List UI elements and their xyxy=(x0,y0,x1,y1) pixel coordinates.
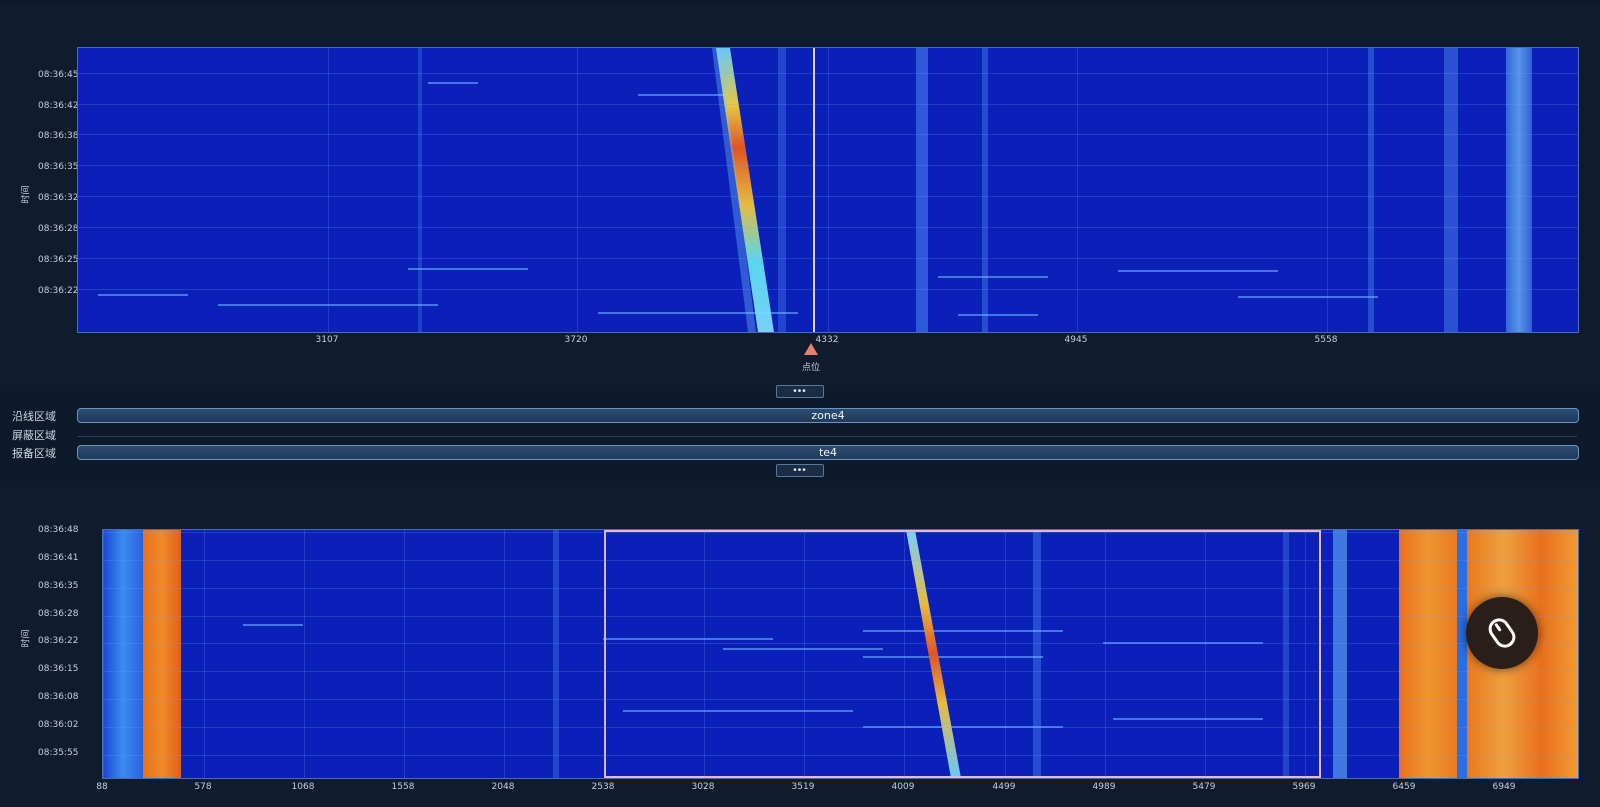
x-tick-label: 2538 xyxy=(591,782,615,792)
x-tick-label: 5969 xyxy=(1292,782,1316,792)
x-gridline xyxy=(404,530,405,778)
x-gridline xyxy=(804,530,805,778)
x-gridline xyxy=(1405,530,1406,778)
selection-region[interactable] xyxy=(603,530,1322,778)
y-tick-label: 08:36:15 xyxy=(38,664,79,674)
x-gridline xyxy=(1327,48,1328,332)
bottom-y-axis-label: 时间 xyxy=(21,629,32,648)
x-tick-label: 4945 xyxy=(1064,335,1088,345)
x-gridline xyxy=(304,530,305,778)
x-tick-label: 2048 xyxy=(491,782,515,792)
x-tick-label: 578 xyxy=(194,782,212,792)
y-gridline xyxy=(103,616,1578,617)
mouse-mode-button[interactable] xyxy=(1466,597,1538,669)
x-tick-label: 5479 xyxy=(1192,782,1216,792)
y-tick-label: 08:36:48 xyxy=(38,525,79,535)
x-tick-label: 4009 xyxy=(891,782,915,792)
y-tick-label: 08:36:28 xyxy=(38,224,79,234)
x-gridline xyxy=(604,530,605,778)
x-gridline xyxy=(904,530,905,778)
cursor-marker[interactable] xyxy=(804,343,818,355)
cursor-marker-label: 点位 xyxy=(801,363,821,373)
y-tick-label: 08:35:55 xyxy=(38,748,79,758)
y-tick-label: 08:36:32 xyxy=(38,193,79,203)
y-tick-label: 08:36:38 xyxy=(38,131,79,141)
y-tick-label: 08:36:02 xyxy=(38,720,79,730)
x-gridline xyxy=(103,530,104,778)
x-tick-label: 4989 xyxy=(1092,782,1116,792)
x-tick-label: 88 xyxy=(96,782,108,792)
bottom-waterfall-plot[interactable] xyxy=(102,529,1579,779)
x-tick-label: 3519 xyxy=(791,782,815,792)
x-gridline xyxy=(1105,530,1106,778)
x-gridline xyxy=(328,48,329,332)
top-waterfall-plot[interactable] xyxy=(77,47,1579,333)
x-gridline xyxy=(504,530,505,778)
y-gridline xyxy=(103,755,1578,756)
x-tick-label: 3028 xyxy=(691,782,715,792)
collapse-toggle-button[interactable]: ••• xyxy=(776,464,824,477)
y-gridline xyxy=(103,588,1578,589)
y-gridline xyxy=(103,532,1578,533)
along-zone-bar[interactable]: zone4 xyxy=(77,408,1579,423)
y-tick-label: 08:36:28 xyxy=(38,609,79,619)
top-y-axis-label: 时间 xyxy=(21,185,32,204)
x-tick-label: 1558 xyxy=(391,782,415,792)
x-tick-label: 1068 xyxy=(291,782,315,792)
bottom-waterfall-panel: 时间 08:36:48 08:36:41 08:36:35 08:36:28 08:36… xyxy=(0,482,1600,807)
x-tick-label: 3720 xyxy=(564,335,588,345)
x-gridline xyxy=(1005,530,1006,778)
report-zone-label: 报备区域 xyxy=(12,447,56,460)
y-gridline xyxy=(103,699,1578,700)
y-gridline xyxy=(103,643,1578,644)
y-tick-label: 08:36:45 xyxy=(38,70,79,80)
x-tick-label: 4332 xyxy=(815,335,839,345)
y-gridline xyxy=(103,671,1578,672)
report-zone-bar[interactable]: te4 xyxy=(77,445,1579,460)
x-tick-label: 4499 xyxy=(992,782,1016,792)
y-tick-label: 08:36:22 xyxy=(38,636,79,646)
x-gridline xyxy=(1077,48,1078,332)
y-tick-label: 08:36:35 xyxy=(38,581,79,591)
x-gridline xyxy=(204,530,205,778)
top-waterfall-panel: 时间 08:36:45 08:36:42 08:36:38 08:36:35 08:36… xyxy=(0,4,1600,386)
x-tick-label: 5558 xyxy=(1314,335,1338,345)
shield-zone-track[interactable] xyxy=(77,436,1577,437)
y-tick-label: 08:36:35 xyxy=(38,162,79,172)
y-tick-label: 08:36:22 xyxy=(38,286,79,296)
spectrum-monitor-app: 时间 08:36:45 08:36:42 08:36:38 08:36:35 08:36… xyxy=(0,0,1600,807)
y-tick-label: 08:36:42 xyxy=(38,101,79,111)
y-tick-label: 08:36:41 xyxy=(38,553,79,563)
along-zone-label: 沿线区域 xyxy=(12,410,56,423)
y-gridline xyxy=(103,560,1578,561)
mouse-icon xyxy=(1488,618,1516,648)
x-tick-label: 6949 xyxy=(1492,782,1516,792)
x-gridline xyxy=(1305,530,1306,778)
x-tick-label: 3107 xyxy=(315,335,339,345)
x-gridline xyxy=(828,48,829,332)
x-tick-label: 6459 xyxy=(1392,782,1416,792)
x-gridline xyxy=(1205,530,1206,778)
y-tick-label: 08:36:25 xyxy=(38,255,79,265)
x-gridline xyxy=(577,48,578,332)
y-tick-label: 08:36:08 xyxy=(38,692,79,702)
shield-zone-label: 屏蔽区域 xyxy=(12,429,56,442)
y-gridline xyxy=(103,727,1578,728)
x-gridline xyxy=(704,530,705,778)
collapse-toggle-button[interactable]: ••• xyxy=(776,385,824,398)
